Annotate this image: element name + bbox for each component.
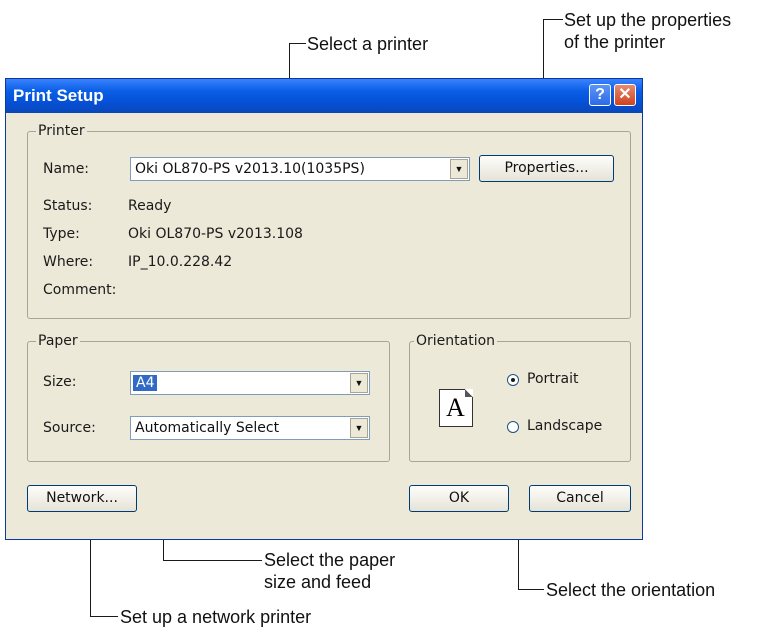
callout-line-properties-h	[543, 19, 563, 20]
printer-name-select[interactable]: Oki OL870-PS v2013.10(1035PS) ▼	[130, 157, 470, 181]
where-value: IP_10.0.228.42	[128, 254, 233, 270]
paper-group: Paper	[27, 333, 390, 462]
page-orientation-icon: A	[439, 389, 473, 427]
callout-line-printer-h	[289, 43, 306, 44]
dropdown-arrow-icon[interactable]: ▼	[350, 373, 368, 393]
status-value: Ready	[128, 198, 172, 214]
cancel-button[interactable]: Cancel	[529, 485, 631, 512]
name-label: Name:	[43, 161, 90, 177]
landscape-radio[interactable]	[507, 421, 519, 433]
help-icon[interactable]: ?	[589, 84, 611, 106]
callout-line-network-h	[90, 616, 118, 617]
size-label: Size:	[43, 374, 77, 390]
landscape-label[interactable]: Landscape	[527, 418, 602, 434]
dropdown-arrow-icon[interactable]: ▼	[450, 159, 468, 179]
paper-source-select[interactable]: Automatically Select ▼	[130, 416, 370, 440]
close-icon[interactable]: ✕	[614, 84, 636, 106]
ok-button[interactable]: OK	[409, 485, 509, 512]
source-label: Source:	[43, 420, 96, 436]
callout-line-paper-h	[163, 560, 262, 561]
where-label: Where:	[43, 254, 94, 270]
comment-label: Comment:	[43, 282, 117, 298]
callout-select-printer: Select a printer	[307, 34, 429, 54]
paper-size-select[interactable]: A4 ▼	[130, 371, 370, 395]
paper-group-label: Paper	[36, 333, 80, 349]
properties-button[interactable]: Properties...	[479, 155, 614, 182]
callout-network: Set up a network printer	[120, 607, 312, 627]
dialog-title: Print Setup	[13, 86, 104, 105]
paper-size-value: A4	[133, 375, 158, 391]
network-button[interactable]: Network...	[27, 485, 137, 512]
callout-properties: Set up the properties of the printer	[564, 10, 732, 52]
type-value: Oki OL870-PS v2013.108	[128, 226, 303, 242]
portrait-label[interactable]: Portrait	[527, 371, 578, 387]
orientation-icon-letter: A	[446, 393, 465, 422]
status-label: Status:	[43, 198, 93, 214]
printer-name-value: Oki OL870-PS v2013.10(1035PS)	[135, 161, 365, 177]
dropdown-arrow-icon[interactable]: ▼	[350, 418, 368, 438]
printer-group-label: Printer	[36, 123, 87, 139]
paper-source-value: Automatically Select	[135, 420, 280, 436]
orientation-group-label: Orientation	[414, 333, 498, 349]
print-setup-dialog: Print Setup ? ✕ Printer Name: Oki OL870-…	[5, 78, 643, 540]
title-bar[interactable]: Print Setup ? ✕	[6, 79, 642, 113]
type-label: Type:	[43, 226, 80, 242]
callout-line-orientation-h	[518, 589, 544, 590]
portrait-radio[interactable]	[507, 374, 519, 386]
callout-orientation: Select the orientation	[546, 580, 716, 600]
callout-paper: Select the paper size and feed	[264, 550, 396, 592]
